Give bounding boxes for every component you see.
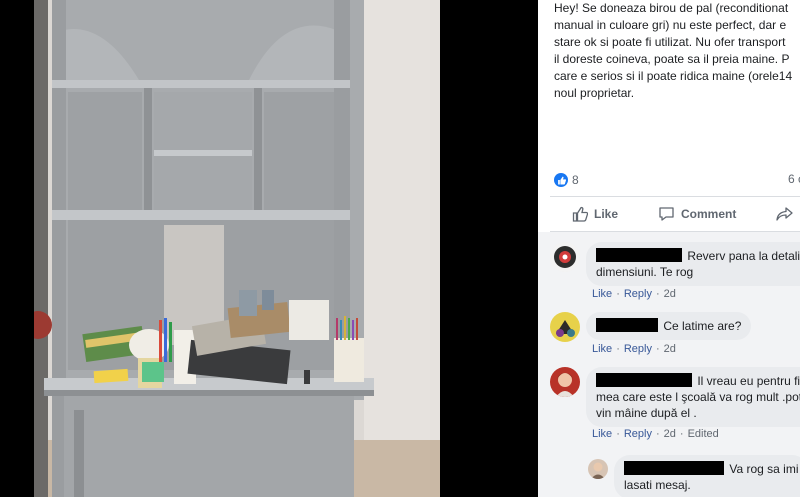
action-bar: Like Comment (538, 200, 800, 230)
share-button[interactable] (776, 206, 800, 222)
post-line: stare ok si poate fi utilizat. Nu ofer t… (554, 35, 786, 49)
post-line: noul proprietar. (554, 86, 635, 100)
avatar-image (588, 459, 608, 479)
avatar[interactable] (550, 312, 580, 342)
post-line: care e serios si il poate ridica maine (… (554, 69, 793, 83)
avatar[interactable] (550, 242, 580, 272)
post-line: manual in culoare gri) nu este perfect, … (554, 18, 787, 32)
comment-meta: Like · Reply · 2d (592, 288, 676, 300)
like-reaction-icon (554, 173, 568, 187)
reaction-summary[interactable]: 8 (554, 172, 579, 188)
comment-like-link[interactable]: Like (592, 428, 612, 440)
desk-photo-image (34, 0, 440, 497)
comment-time[interactable]: 2d (664, 343, 676, 355)
comment-meta: Like · Reply · 2d · Edited (592, 428, 719, 440)
post-photo[interactable] (34, 0, 440, 497)
comment-text: Il vreau eu pentru fica (697, 374, 800, 388)
like-button[interactable]: Like (572, 206, 618, 222)
comment-meta: Like · Reply · 2d (592, 343, 676, 355)
avatar[interactable] (550, 367, 580, 397)
comment-label: Comment (681, 207, 737, 221)
comment-time[interactable]: 2d (664, 428, 676, 440)
comment-text: Reverv pana la detalii d (687, 249, 800, 263)
comment-reply-link[interactable]: Reply (624, 288, 652, 300)
thumbs-up-icon (572, 206, 588, 222)
post-line: Hey! Se doneaza birou de pal (reconditio… (554, 1, 789, 15)
comment-reply-link[interactable]: Reply (624, 428, 652, 440)
reaction-count: 8 (572, 173, 579, 187)
comment-edited[interactable]: Edited (688, 428, 719, 440)
divider (550, 196, 800, 197)
comment-bubble: Ce latime are? (586, 312, 752, 340)
comment-bubble: Il vreau eu pentru fica mea care este l … (586, 367, 800, 427)
photo-viewer (0, 0, 538, 497)
comment-text: Va rog sa imi (729, 462, 799, 476)
redacted-name (596, 248, 682, 262)
comment-bubble: Reverv pana la detalii d dimensiuni. Te … (586, 242, 800, 286)
comment-text: vin mâine după el . (596, 406, 697, 420)
avatar-image (550, 312, 580, 342)
avatar[interactable] (588, 459, 608, 479)
redacted-name (596, 373, 692, 387)
post-body: Hey! Se doneaza birou de pal (reconditio… (554, 0, 800, 102)
share-arrow-icon (776, 207, 793, 221)
redacted-name (624, 461, 724, 475)
reply-bubble: Va rog sa imi lasati mesaj. (614, 455, 800, 497)
post-line: il doreste coineva, poate sa il preia ma… (554, 52, 790, 66)
comment-text: mea care este l şcoală va rog mult .pot (596, 390, 800, 404)
comment-like-link[interactable]: Like (592, 343, 612, 355)
avatar-image (550, 242, 580, 272)
comment-button[interactable]: Comment (658, 206, 736, 222)
comment-text: lasati mesaj. (624, 478, 691, 492)
comment-text: dimensiuni. Te rog (596, 265, 694, 279)
comment-count[interactable]: 6 c (788, 172, 800, 186)
avatar-image (550, 367, 580, 397)
redacted-name (596, 318, 658, 332)
comment-time[interactable]: 2d (664, 288, 676, 300)
post-panel: Hey! Se doneaza birou de pal (reconditio… (538, 0, 800, 497)
comment-bubble-icon (659, 207, 674, 221)
comment-reply-link[interactable]: Reply (624, 343, 652, 355)
comment-text: Ce latime are? (663, 319, 742, 333)
comment-like-link[interactable]: Like (592, 288, 612, 300)
like-label: Like (594, 207, 619, 221)
